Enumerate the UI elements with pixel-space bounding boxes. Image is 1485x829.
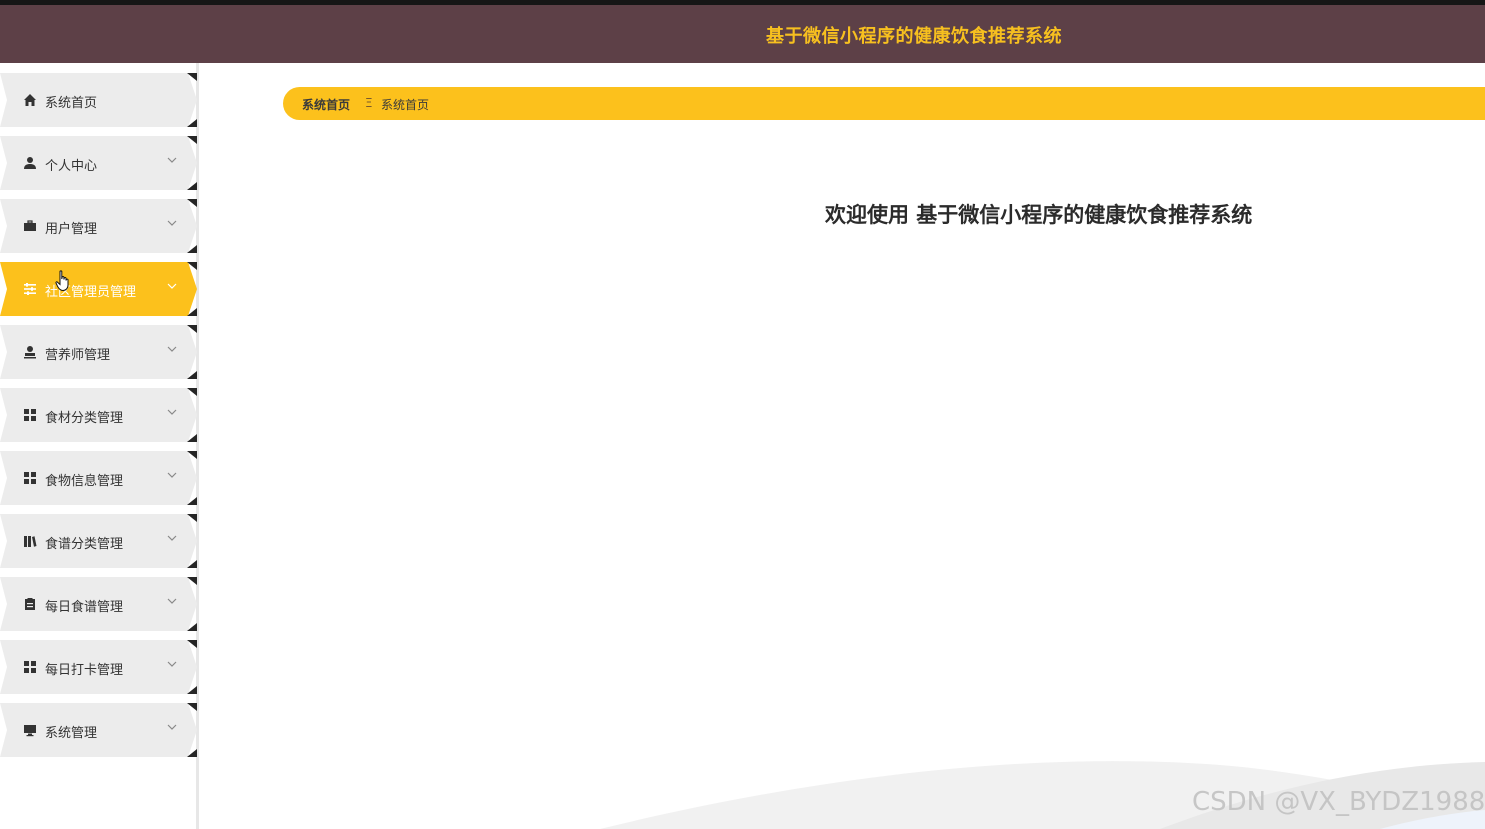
- grid-icon: [22, 407, 38, 423]
- sidebar-item-label: 营养师管理: [45, 348, 111, 363]
- app-title: 基于微信小程序的健康饮食推荐系统: [766, 26, 1062, 47]
- breadcrumb: 系统首页 Ξ 系统首页: [283, 87, 1485, 120]
- chevron-down-icon: [167, 535, 177, 541]
- grid-icon: [22, 470, 38, 486]
- sidebar-item-label: 食物信息管理: [45, 474, 124, 489]
- sidebar: 系统首页 个人中心 用户管理 社区管理员管理 营养师管理 食材分类管理 食物信息…: [0, 63, 199, 829]
- sidebar-item-label: 系统管理: [45, 726, 98, 741]
- sidebar-item-food-info-management[interactable]: 食物信息管理: [0, 451, 197, 505]
- sidebar-item-nutritionist-management[interactable]: 营养师管理: [0, 325, 197, 379]
- sidebar-item-label: 个人中心: [45, 159, 98, 174]
- sidebar-item-home[interactable]: 系统首页: [0, 73, 197, 127]
- breadcrumb-home-link[interactable]: 系统首页: [302, 96, 350, 113]
- sidebar-item-daily-checkin-management[interactable]: 每日打卡管理: [0, 640, 197, 694]
- sidebar-item-personal-center[interactable]: 个人中心: [0, 136, 197, 190]
- sidebar-item-system-management[interactable]: 系统管理: [0, 703, 197, 757]
- chevron-down-icon: [167, 472, 177, 478]
- chevron-down-icon: [167, 346, 177, 352]
- sliders-icon: [22, 281, 38, 297]
- hand-cursor-icon: [55, 270, 69, 292]
- sidebar-item-label: 系统首页: [45, 96, 98, 111]
- sidebar-item-ingredient-category-management[interactable]: 食材分类管理: [0, 388, 197, 442]
- home-icon: [22, 92, 38, 108]
- chevron-down-icon: [167, 598, 177, 604]
- chevron-down-icon: [167, 724, 177, 730]
- sidebar-item-community-admin-management[interactable]: 社区管理员管理: [0, 262, 197, 316]
- sidebar-item-user-management[interactable]: 用户管理: [0, 199, 197, 253]
- app-header: 基于微信小程序的健康饮食推荐系统: [0, 5, 1485, 63]
- breadcrumb-current: 系统首页: [381, 98, 430, 112]
- user-icon: [22, 155, 38, 171]
- monitor-icon: [22, 722, 38, 738]
- chevron-down-icon: [167, 409, 177, 415]
- sidebar-item-label: 每日食谱管理: [45, 600, 124, 615]
- briefcase-icon: [22, 218, 38, 234]
- chevron-down-icon: [167, 283, 177, 289]
- welcome-heading: 欢迎使用 基于微信小程序的健康饮食推荐系统: [825, 203, 1253, 227]
- chevron-down-icon: [167, 220, 177, 226]
- chevron-down-icon: [167, 157, 177, 163]
- sidebar-item-label: 每日打卡管理: [45, 663, 124, 678]
- grid-icon: [22, 659, 38, 675]
- sidebar-item-label: 食材分类管理: [45, 411, 124, 426]
- sidebar-item-recipe-category-management[interactable]: 食谱分类管理: [0, 514, 197, 568]
- chevron-down-icon: [167, 661, 177, 667]
- sidebar-item-daily-recipe-management[interactable]: 每日食谱管理: [0, 577, 197, 631]
- watermark: CSDN @VX_BYDZ1988: [1192, 787, 1485, 817]
- sidebar-item-label: 食谱分类管理: [45, 537, 124, 552]
- book-icon: [22, 533, 38, 549]
- clipboard-icon: [22, 596, 38, 612]
- breadcrumb-separator: Ξ: [365, 96, 373, 110]
- sidebar-item-label: 用户管理: [45, 222, 98, 237]
- person-badge-icon: [22, 344, 38, 360]
